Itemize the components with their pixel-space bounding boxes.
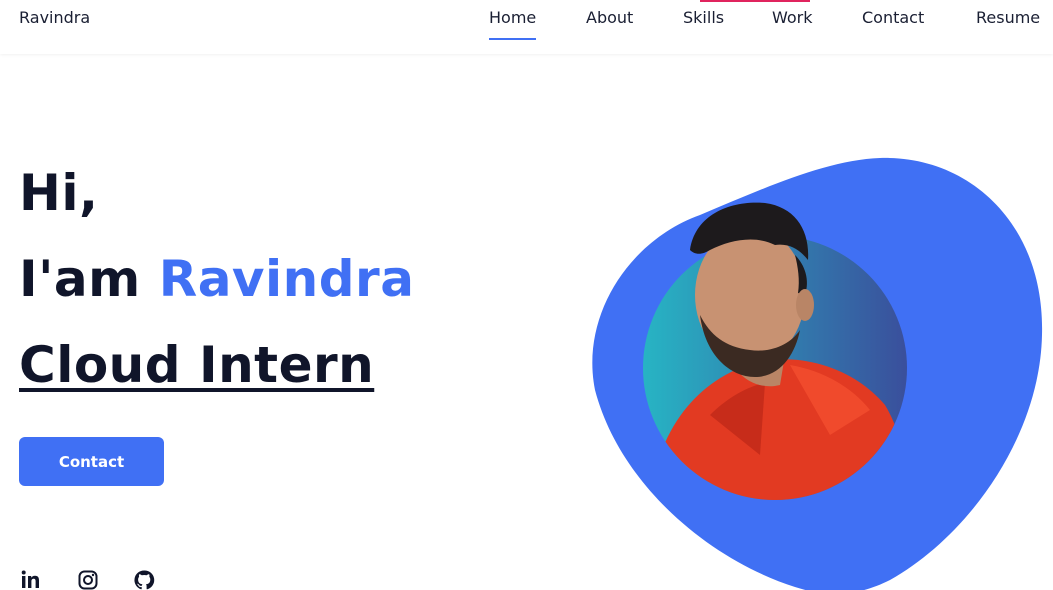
nav-link-resume[interactable]: Resume <box>976 8 1040 27</box>
linkedin-icon[interactable] <box>19 568 43 590</box>
hero-image-blob <box>590 155 1053 590</box>
github-icon[interactable] <box>132 568 156 590</box>
site-header: Ravindra Home About Skills Work Contact … <box>0 0 1053 54</box>
main-nav: Home About Skills Work Contact Resume <box>0 8 1053 40</box>
nav-link-about[interactable]: About <box>586 8 633 27</box>
hero-name: Ravindra <box>158 250 415 308</box>
instagram-icon[interactable] <box>76 568 100 590</box>
decorative-indicator-line <box>700 0 810 2</box>
nav-link-contact[interactable]: Contact <box>862 8 924 27</box>
nav-link-skills[interactable]: Skills <box>683 8 724 27</box>
hero-intro-prefix: I'am <box>19 250 141 308</box>
nav-link-work[interactable]: Work <box>772 8 813 27</box>
social-links <box>19 568 169 590</box>
hero-role: Cloud Intern <box>19 336 375 394</box>
nav-link-home[interactable]: Home <box>489 8 537 40</box>
hero-greeting: Hi, <box>19 164 99 222</box>
hero-title: Hi, I'am Ravindra Cloud Intern <box>19 150 414 408</box>
contact-button[interactable]: Contact <box>19 437 164 486</box>
